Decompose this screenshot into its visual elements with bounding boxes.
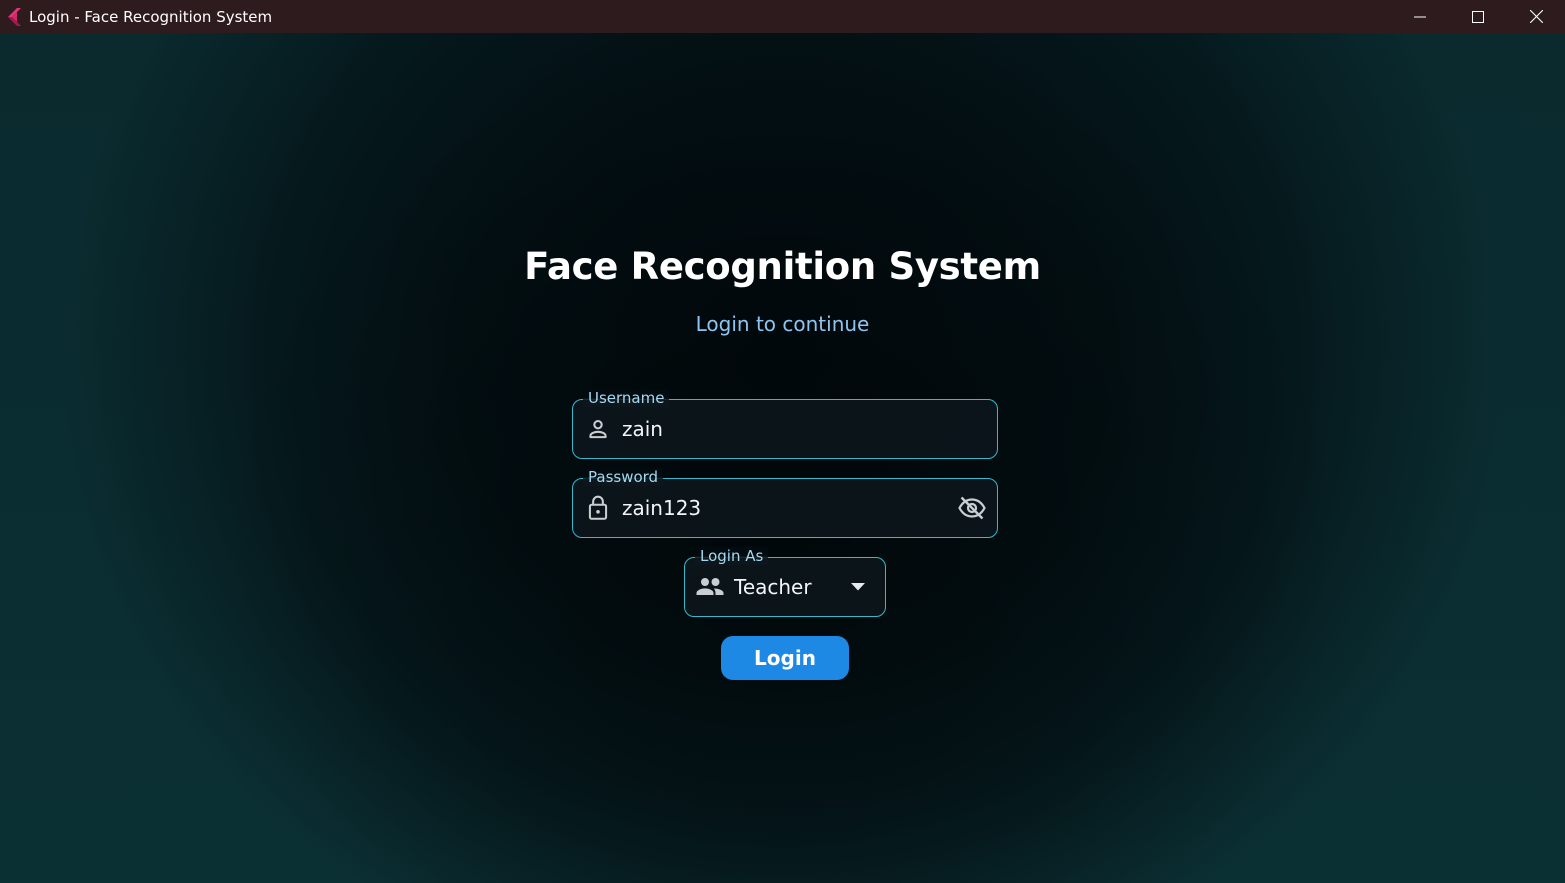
password-field[interactable]: Password bbox=[572, 468, 998, 538]
lock-icon bbox=[585, 494, 611, 522]
password-input[interactable] bbox=[622, 479, 942, 537]
maximize-button[interactable] bbox=[1449, 0, 1507, 33]
visibility-off-icon[interactable] bbox=[957, 495, 987, 521]
login-as-dropdown[interactable]: Login As Teacher bbox=[684, 547, 886, 617]
login-screen: Face Recognition System Login to continu… bbox=[0, 33, 1565, 883]
close-icon bbox=[1529, 10, 1543, 23]
flutter-logo-icon bbox=[6, 7, 24, 26]
username-input[interactable] bbox=[622, 400, 982, 458]
window-controls bbox=[1391, 0, 1565, 33]
login-as-selected: Teacher bbox=[734, 575, 812, 599]
person-icon bbox=[585, 416, 611, 442]
people-icon bbox=[695, 576, 725, 598]
username-field[interactable]: Username bbox=[572, 389, 998, 459]
minimize-button[interactable] bbox=[1391, 0, 1449, 33]
page-subtitle: Login to continue bbox=[695, 312, 870, 336]
login-button[interactable]: Login bbox=[721, 636, 849, 680]
login-as-label: Login As bbox=[695, 547, 769, 565]
page-title: Face Recognition System bbox=[524, 245, 1041, 288]
window-title: Login - Face Recognition System bbox=[29, 7, 273, 26]
maximize-icon bbox=[1472, 10, 1484, 23]
window-titlebar: Login - Face Recognition System bbox=[0, 0, 1565, 33]
minimize-icon bbox=[1414, 16, 1426, 17]
arrow-drop-down-icon[interactable] bbox=[851, 583, 865, 591]
close-button[interactable] bbox=[1507, 0, 1565, 33]
